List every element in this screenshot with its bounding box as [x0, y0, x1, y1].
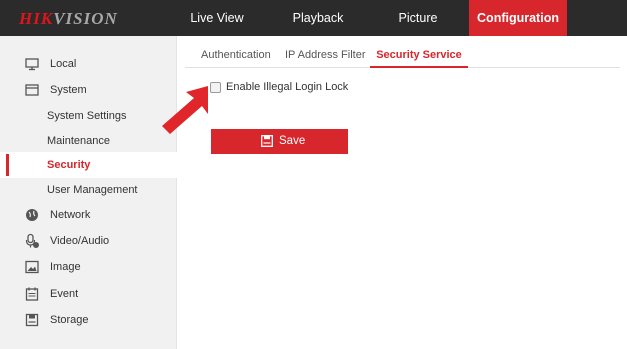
tab-security-service[interactable]: Security Service	[370, 44, 468, 68]
sidebar-item-label: System Settings	[47, 110, 127, 122]
sidebar-item-label: Video/Audio	[50, 235, 110, 247]
top-navigation-bar: HIKVISION Live View Playback Picture Con…	[0, 0, 627, 36]
sidebar-item-label: Image	[50, 261, 81, 273]
image-icon	[25, 260, 39, 274]
sidebar-item-event[interactable]: Event	[0, 281, 177, 307]
tab-authentication[interactable]: Authentication	[201, 44, 271, 67]
sidebar-item-label: Event	[50, 288, 79, 300]
sidebar-item-system[interactable]: System	[0, 77, 177, 103]
illegal-login-lock-label: Enable Illegal Login Lock	[226, 81, 349, 93]
logo-red-text: HIK	[19, 9, 54, 28]
nav-live-view[interactable]: Live View	[176, 0, 258, 36]
sidebar: Local System System Settings Maintenance…	[0, 36, 177, 349]
sidebar-item-image[interactable]: Image	[0, 254, 177, 280]
sidebar-item-security[interactable]: Security	[0, 152, 177, 178]
globe-icon	[26, 209, 38, 221]
sidebar-item-label: Storage	[50, 314, 89, 326]
hikvision-logo: HIKVISION	[19, 9, 118, 29]
logo-grey-text: VISION	[53, 9, 118, 28]
sidebar-item-local[interactable]: Local	[0, 51, 177, 77]
sidebar-item-label: System	[50, 84, 87, 96]
nav-configuration[interactable]: Configuration	[469, 0, 567, 36]
sidebar-item-system-settings[interactable]: System Settings	[0, 103, 177, 129]
sidebar-item-label: Local	[50, 58, 77, 70]
sidebar-item-user-management[interactable]: User Management	[0, 177, 177, 203]
sidebar-item-storage[interactable]: Storage	[0, 307, 177, 333]
sidebar-item-network[interactable]: Network	[0, 202, 177, 228]
sidebar-item-maintenance[interactable]: Maintenance	[0, 128, 177, 154]
nav-playback[interactable]: Playback	[276, 0, 360, 36]
floppy-disk-icon	[261, 135, 273, 147]
calendar-icon	[25, 287, 39, 301]
red-pointer-arrow-icon	[162, 86, 208, 134]
sidebar-item-label: Maintenance	[47, 135, 110, 147]
monitor-icon	[25, 58, 39, 71]
system-icon	[25, 84, 39, 96]
save-button[interactable]: Save	[211, 129, 348, 154]
tab-ip-address-filter[interactable]: IP Address Filter	[285, 44, 366, 67]
save-button-label: Save	[279, 135, 306, 147]
microphone-icon	[25, 233, 39, 248]
nav-picture[interactable]: Picture	[378, 0, 458, 36]
sidebar-item-label: User Management	[47, 184, 138, 196]
sidebar-item-label: Network	[50, 209, 91, 221]
sidebar-item-label: Security	[47, 159, 91, 171]
storage-icon	[25, 313, 39, 327]
sidebar-item-video-audio[interactable]: Video/Audio	[0, 228, 177, 254]
config-tabs: Authentication IP Address Filter Securit…	[185, 44, 620, 68]
